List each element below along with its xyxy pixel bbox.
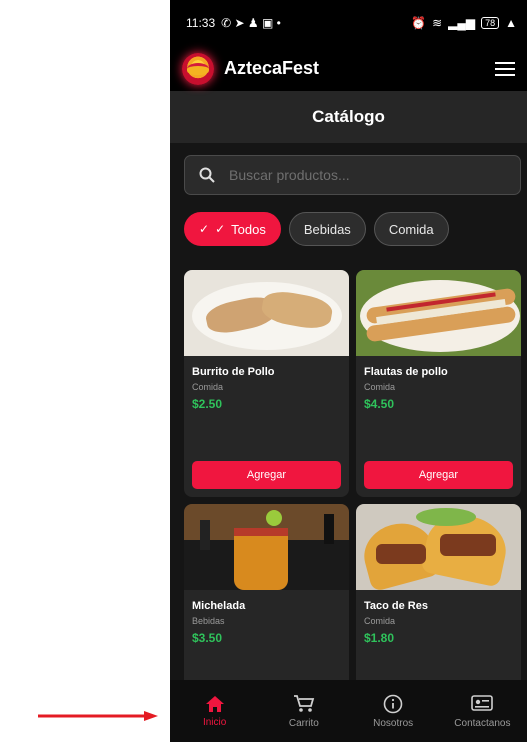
search-input[interactable] — [229, 167, 506, 183]
filter-chip-bebidas[interactable]: Bebidas — [288, 212, 366, 246]
product-name: Taco de Res — [364, 600, 428, 612]
product-category: Comida — [364, 616, 396, 626]
product-image — [184, 504, 349, 590]
contact-card-icon — [471, 694, 494, 711]
filter-chip-comida[interactable]: Comida — [373, 212, 449, 246]
product-price: $1.80 — [364, 631, 395, 645]
product-card: Michelada Bebidas $3.50 — [184, 504, 349, 704]
filter-label: Bebidas — [303, 221, 351, 237]
product-price: $2.50 — [192, 397, 223, 411]
product-name: Michelada — [192, 600, 246, 612]
category-filters: ✓ ✓ Todos Bebidas Comida — [184, 212, 449, 246]
app-name: AztecaFest — [224, 58, 320, 78]
nav-item-inicio[interactable]: Inicio — [175, 695, 255, 728]
nav-label: Carrito — [288, 717, 319, 729]
wifi-icon: ≋ — [432, 16, 443, 30]
nav-item-carrito[interactable]: Carrito — [264, 694, 344, 729]
alarm-icon: ⏰ — [411, 16, 427, 30]
product-price: $3.50 — [192, 631, 223, 645]
phone-screen: 11:33 ✆ ➤ ♟ ▣ • ⏰ ≋ ▂▄▆ 78 ▲ AztecaFest … — [170, 0, 527, 742]
status-time: 11:33 — [186, 16, 216, 30]
product-price: $4.50 — [364, 397, 395, 411]
check-icon: ✓ — [215, 222, 226, 236]
bottom-navigation: Inicio Carrito Nosotros Contactanos — [170, 680, 527, 742]
nav-item-nosotros[interactable]: Nosotros — [353, 694, 433, 729]
page-title: Catálogo — [312, 107, 385, 126]
product-category: Bebidas — [192, 616, 225, 626]
product-image — [184, 270, 349, 356]
product-name: Burrito de Pollo — [192, 366, 275, 378]
product-image — [356, 270, 521, 356]
product-name: Flautas de pollo — [364, 366, 448, 378]
nav-label: Nosotros — [373, 717, 414, 729]
product-card: Burrito de Pollo Comida $2.50 Agregar — [184, 270, 349, 497]
battery-icon: 78 — [481, 17, 500, 29]
product-category: Comida — [192, 382, 224, 392]
product-card: Flautas de pollo Comida $4.50 Agregar — [356, 270, 521, 497]
nav-label: Contactanos — [454, 717, 511, 729]
brand[interactable]: AztecaFest — [182, 52, 320, 85]
title-bar: Catálogo — [170, 91, 527, 143]
notification-icons: ✆ ➤ ♟ ▣ • — [221, 16, 281, 30]
nav-label: Inicio — [202, 716, 227, 728]
filter-label: Todos — [231, 221, 266, 237]
annotation-arrow — [38, 711, 158, 721]
search-icon — [199, 167, 215, 183]
check-icon: ✓ — [199, 222, 210, 236]
product-image — [356, 504, 521, 590]
product-category: Comida — [364, 382, 396, 392]
add-to-cart-button[interactable]: Agregar — [364, 461, 513, 489]
filter-chip-todos[interactable]: ✓ ✓ Todos — [184, 212, 281, 246]
home-icon — [205, 695, 224, 712]
app-header: AztecaFest — [170, 46, 527, 91]
warning-icon: ▲ — [505, 16, 517, 30]
nav-item-contactanos[interactable]: Contactanos — [442, 694, 522, 729]
signal-icon: ▂▄▆ — [448, 16, 476, 30]
add-to-cart-button[interactable]: Agregar — [192, 461, 341, 489]
product-card: Taco de Res Comida $1.80 — [356, 504, 521, 704]
hamburger-menu-icon[interactable] — [495, 61, 515, 76]
filter-label: Comida — [388, 221, 434, 237]
cart-icon — [293, 694, 315, 712]
status-bar: 11:33 ✆ ➤ ♟ ▣ • ⏰ ≋ ▂▄▆ 78 ▲ — [170, 0, 527, 46]
sombrero-logo-icon — [182, 52, 214, 85]
info-icon — [383, 694, 403, 713]
search-bar[interactable] — [184, 155, 521, 195]
